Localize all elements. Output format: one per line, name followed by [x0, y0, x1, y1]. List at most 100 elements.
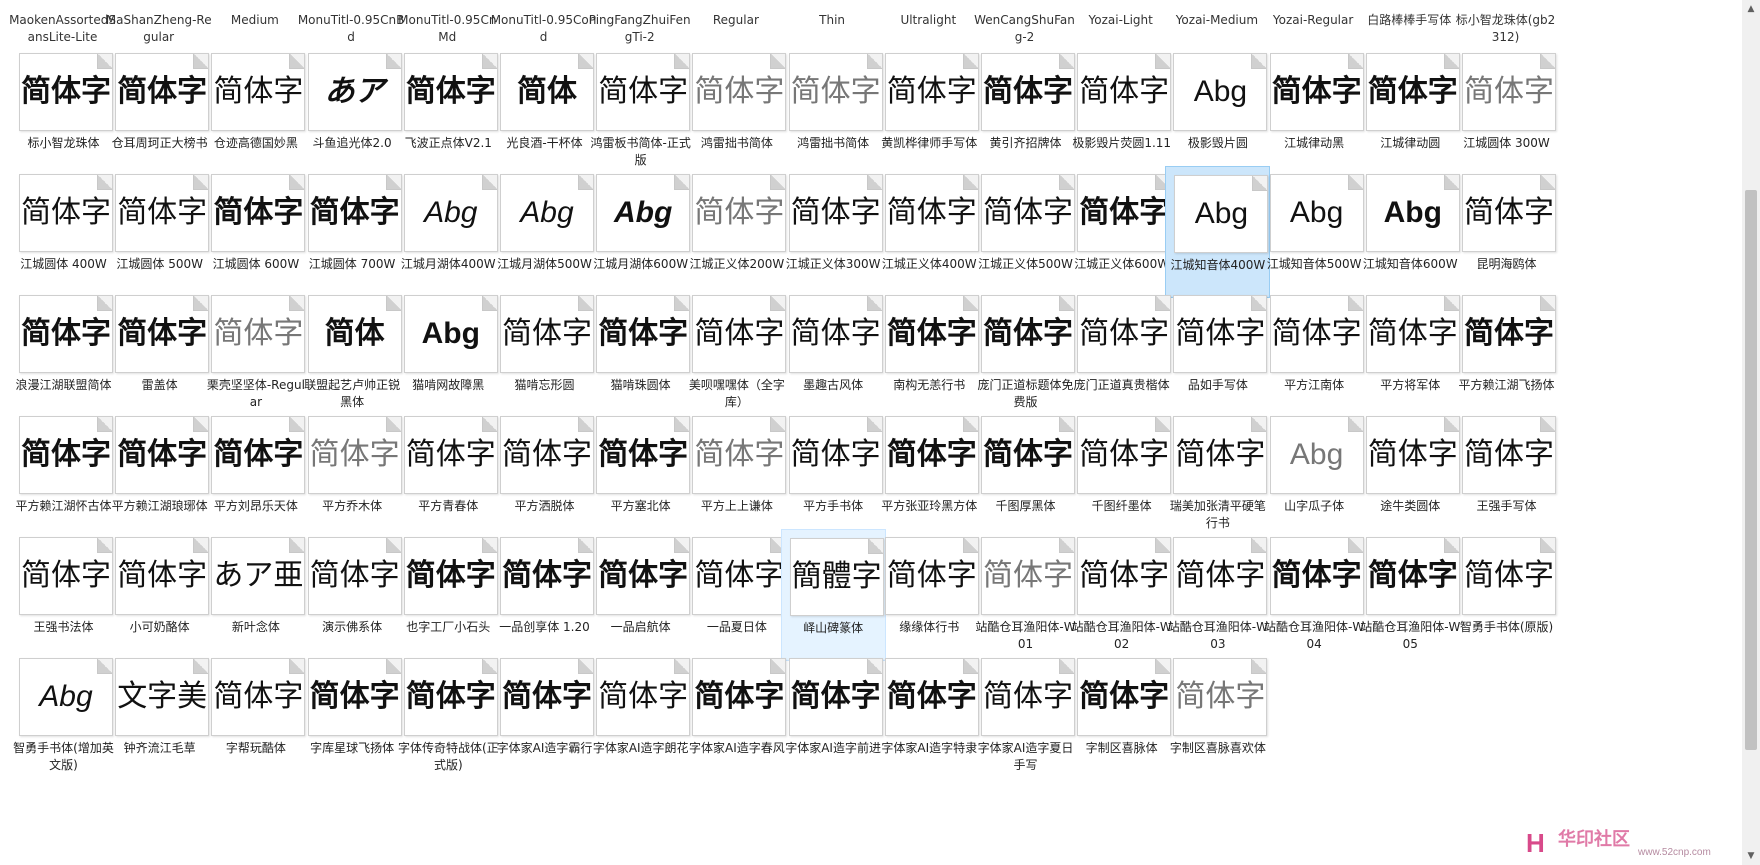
font-file-item[interactable]: 简体字 品如手写体	[1165, 287, 1270, 419]
font-file-item[interactable]: 简体字 雷盖体	[107, 287, 212, 419]
font-file-item[interactable]: 简体字 智勇手书体(原版)	[1454, 529, 1559, 661]
font-file-item[interactable]: 简体字 站酷仓耳渔阳体-W03	[1165, 529, 1270, 661]
font-file-item[interactable]: 简体字 鸿雷板书简体-正式版	[588, 45, 693, 177]
file-name-label[interactable]: MonuTitl-0.95Cond	[490, 12, 597, 46]
font-file-item[interactable]: 简体 联盟起艺卢帅正锐黑体	[300, 287, 405, 419]
file-name-label[interactable]: MonuTitl-0.95CnBd	[298, 12, 405, 46]
font-file-item[interactable]: 简体字 字体家AI造字夏日手写	[973, 650, 1078, 782]
font-file-item[interactable]: 简体字 平方手书体	[781, 408, 886, 540]
font-file-item[interactable]: Abg 智勇手书体(增加英文版)	[11, 650, 116, 782]
font-file-item[interactable]: 简体字 南构无恙行书	[877, 287, 982, 419]
font-file-item[interactable]: 简体字 猫啃忘形圆	[492, 287, 597, 419]
font-file-item[interactable]: 简体字 小可奶酪体	[107, 529, 212, 661]
font-file-item[interactable]: 简体字 平方塞北体	[588, 408, 693, 540]
file-name-label[interactable]: 白路棒棒手写体	[1356, 12, 1463, 29]
font-file-item[interactable]: 简体字 瑞美加张清平硬笔行书	[1165, 408, 1270, 540]
font-file-item[interactable]: 簡體字 峄山碑篆体	[780, 529, 886, 661]
file-name-label[interactable]: 标小智龙珠体(gb2312)	[1452, 12, 1559, 46]
font-file-item[interactable]: 简体字 平方江南体	[1262, 287, 1367, 419]
file-name-label[interactable]: Ultralight	[875, 12, 982, 29]
font-file-item[interactable]: 简体字 千图厚黑体	[973, 408, 1078, 540]
file-name-label[interactable]: Thin	[779, 12, 886, 29]
font-file-item[interactable]: Abg 猫啃网故障黑	[396, 287, 501, 419]
font-file-item[interactable]: 简体字 飞波正点体V2.1	[396, 45, 501, 177]
font-file-item[interactable]: 简体字 字库星球飞扬体	[300, 650, 405, 782]
font-file-item[interactable]: Abg 山字瓜子体	[1262, 408, 1367, 540]
file-name-label[interactable]: MaShanZheng-Regular	[105, 12, 212, 46]
font-file-item[interactable]: あア亜 新叶念体	[203, 529, 308, 661]
font-file-item[interactable]: 简体字 字体传奇特战体(正式版)	[396, 650, 501, 782]
font-file-item[interactable]: 简体字 江城律动圆	[1358, 45, 1463, 177]
font-file-item[interactable]: 简体字 字体家AI造字朗花	[588, 650, 693, 782]
font-file-item[interactable]: 简体字 站酷仓耳渔阳体-W02	[1069, 529, 1174, 661]
file-name-label[interactable]: Yozai-Light	[1067, 12, 1174, 29]
font-file-item[interactable]: 简体字 平方洒脱体	[492, 408, 597, 540]
vertical-scrollbar[interactable]: ▲ ▼	[1742, 0, 1760, 865]
font-file-item[interactable]: 简体字 江城正义体500W	[973, 166, 1078, 298]
font-file-item[interactable]: Abg 江城知音体500W	[1262, 166, 1367, 298]
file-name-label[interactable]: MaokenAssortedSansLite-Lite	[9, 12, 116, 46]
font-file-item[interactable]: 简体字 王强书法体	[11, 529, 116, 661]
font-file-item[interactable]: 简体字 鸿雷拙书简体	[684, 45, 789, 177]
font-file-item[interactable]: 简体字 猫啃珠圆体	[588, 287, 693, 419]
font-file-item[interactable]: Abg 江城知音体600W	[1358, 166, 1463, 298]
font-file-item[interactable]: 简体字 浪漫江湖联盟简体	[11, 287, 116, 419]
file-name-label[interactable]: Regular	[682, 12, 789, 29]
font-file-item[interactable]: 简体字 字体家AI造字前进	[781, 650, 886, 782]
font-file-item[interactable]: Abg 江城知音体400W	[1165, 166, 1271, 298]
font-file-item[interactable]: 简体字 平方赖江湖琅琊体	[107, 408, 212, 540]
file-name-label[interactable]: Medium	[201, 12, 308, 29]
font-file-item[interactable]: 简体字 平方刘昂乐天体	[203, 408, 308, 540]
file-name-label[interactable]: Yozai-Medium	[1163, 12, 1270, 29]
file-name-label[interactable]: MonuTitl-0.95CnMd	[394, 12, 501, 46]
font-file-item[interactable]: 简体字 江城圆体 600W	[203, 166, 308, 298]
font-file-item[interactable]: 简体字 江城律动黑	[1262, 45, 1367, 177]
font-file-item[interactable]: 简体字 途牛类圆体	[1358, 408, 1463, 540]
font-file-item[interactable]: 简体字 江城圆体 300W	[1454, 45, 1559, 177]
font-file-item[interactable]: 简体字 墨趣古风体	[781, 287, 886, 419]
font-file-item[interactable]: Abg 江城月湖体600W	[588, 166, 693, 298]
font-file-item[interactable]: 简体字 站酷仓耳渔阳体-W04	[1262, 529, 1367, 661]
font-file-item[interactable]: 简体字 平方青春体	[396, 408, 501, 540]
font-file-item[interactable]: 简体字 极影毁片荧圆1.11	[1069, 45, 1174, 177]
font-file-item[interactable]: 简体字 站酷仓耳渔阳体-W05	[1358, 529, 1463, 661]
font-file-item[interactable]: 简体字 标小智龙珠体	[11, 45, 116, 177]
font-file-item[interactable]: 简体字 江城正义体600W	[1069, 166, 1174, 298]
scroll-down-arrow-icon[interactable]: ▼	[1742, 847, 1760, 865]
font-file-item[interactable]: Abg 江城月湖体400W	[396, 166, 501, 298]
font-file-item[interactable]: あア 斗鱼追光体2.0	[300, 45, 405, 177]
font-file-item[interactable]: 简体字 鸿雷拙书简体	[781, 45, 886, 177]
font-file-item[interactable]: 简体字 站酷仓耳渔阳体-W01	[973, 529, 1078, 661]
scroll-thumb[interactable]	[1745, 190, 1757, 750]
font-file-item[interactable]: 简体字 字帮玩酷体	[203, 650, 308, 782]
font-file-item[interactable]: 简体字 也字工厂小石头	[396, 529, 501, 661]
font-file-item[interactable]: 简体字 仓迹高德国妙黑	[203, 45, 308, 177]
font-file-item[interactable]: 简体字 平方赖江湖怀古体	[11, 408, 116, 540]
font-file-item[interactable]: 文字美 钟齐流江毛草	[107, 650, 212, 782]
font-file-item[interactable]: 简体 光良酒-干杯体	[492, 45, 597, 177]
font-file-item[interactable]: 简体字 黄引齐招牌体	[973, 45, 1078, 177]
font-file-item[interactable]: 简体字 江城正义体300W	[781, 166, 886, 298]
font-file-item[interactable]: 简体字 平方上上谦体	[684, 408, 789, 540]
font-file-item[interactable]: 简体字 缘缘体行书	[877, 529, 982, 661]
font-file-item[interactable]: 简体字 千图纤墨体	[1069, 408, 1174, 540]
font-file-item[interactable]: 简体字 字体家AI造字特隶	[877, 650, 982, 782]
font-file-item[interactable]: 简体字 平方将军体	[1358, 287, 1463, 419]
font-file-item[interactable]: 简体字 王强手写体	[1454, 408, 1559, 540]
font-file-item[interactable]: 简体字 一品启航体	[588, 529, 693, 661]
font-file-item[interactable]: 简体字 仓耳周珂正大榜书	[107, 45, 212, 177]
scroll-up-arrow-icon[interactable]: ▲	[1742, 0, 1760, 18]
font-file-item[interactable]: 简体字 庞门正道真贵楷体	[1069, 287, 1174, 419]
font-file-item[interactable]: 简体字 平方乔木体	[300, 408, 405, 540]
file-name-label[interactable]: PingFangZhuiFengTi-2	[586, 12, 693, 46]
font-file-item[interactable]: 简体字 字体家AI造字春风	[684, 650, 789, 782]
font-file-item[interactable]: Abg 江城月湖体500W	[492, 166, 597, 298]
font-file-item[interactable]: 简体字 江城圆体 700W	[300, 166, 405, 298]
font-file-item[interactable]: 简体字 江城正义体400W	[877, 166, 982, 298]
font-file-item[interactable]: 简体字 昆明海鸥体	[1454, 166, 1559, 298]
font-file-item[interactable]: 简体字 栗壳坚坚体-Regular	[203, 287, 308, 419]
font-file-item[interactable]: 简体字 一品创享体 1.20	[492, 529, 597, 661]
file-name-label[interactable]: Yozai-Regular	[1260, 12, 1367, 29]
font-file-item[interactable]: 简体字 一品夏日体	[684, 529, 789, 661]
font-file-item[interactable]: 简体字 平方赖江湖飞扬体	[1454, 287, 1559, 419]
